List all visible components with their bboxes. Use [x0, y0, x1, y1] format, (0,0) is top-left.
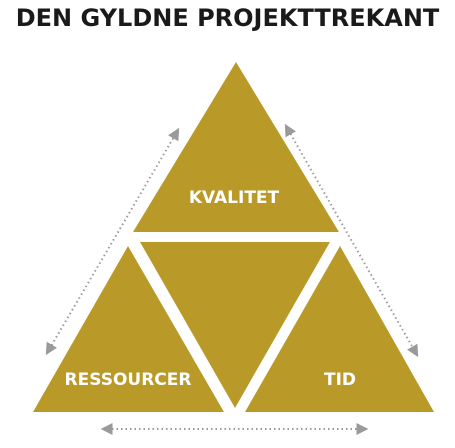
- triangle-diagram: KVALITET RESSOURCER TID: [33, 62, 434, 435]
- label-ressourcer: RESSOURCER: [65, 370, 192, 390]
- label-kvalitet: KVALITET: [189, 188, 280, 208]
- label-tid: TID: [324, 370, 356, 390]
